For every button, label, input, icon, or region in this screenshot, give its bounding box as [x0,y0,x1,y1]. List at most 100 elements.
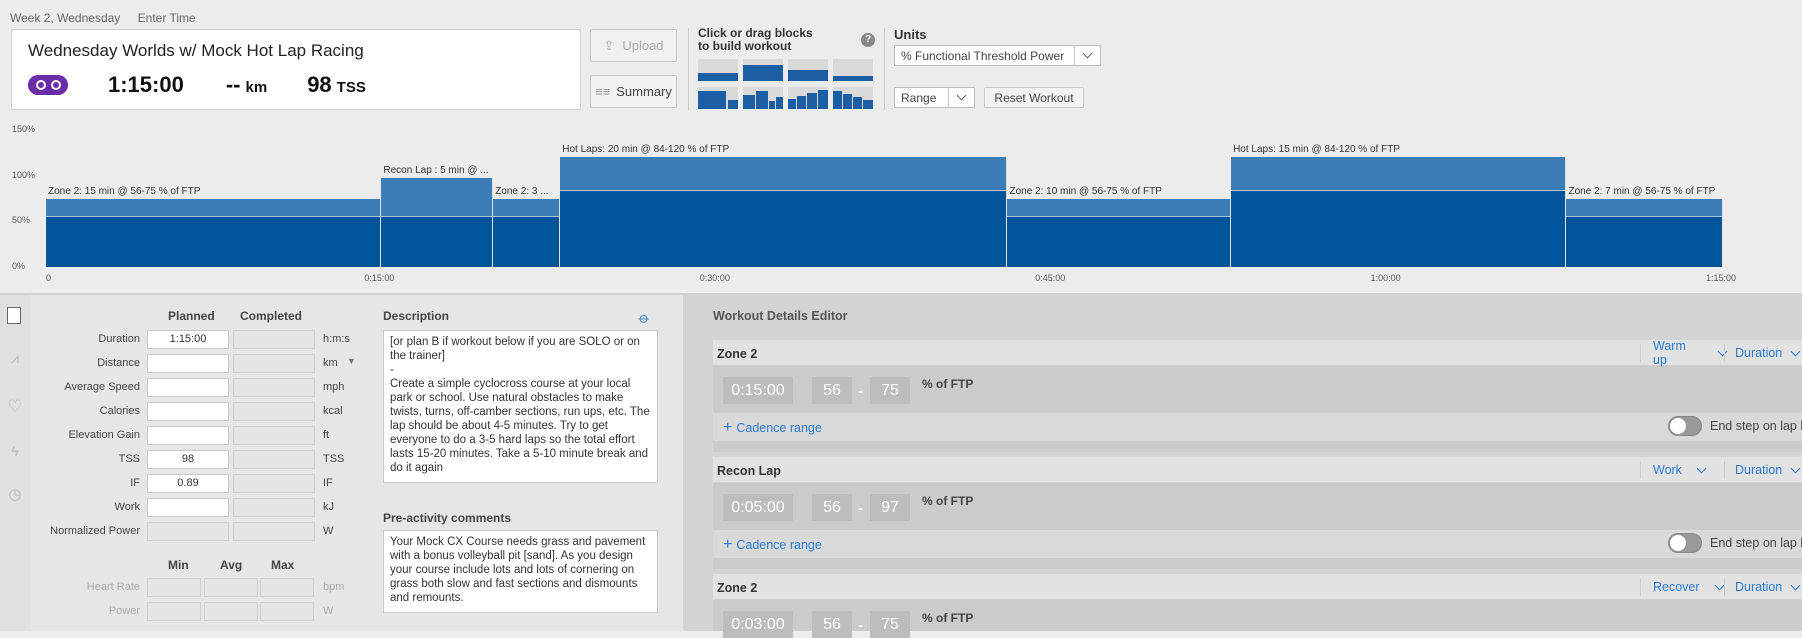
end-lap-toggle[interactable] [1668,533,1702,553]
range-input [260,602,314,621]
field-label: Work [114,501,140,513]
enter-time-link[interactable]: Enter Time [138,11,196,25]
block-interval-2[interactable] [698,87,738,109]
planned-input[interactable] [147,402,229,421]
block-steady-high[interactable] [743,59,783,81]
block-steady-min[interactable] [833,59,873,81]
field-unit: kcal [323,405,343,417]
planned-input[interactable]: 0.89 [147,474,229,493]
block-ramp-down[interactable] [833,87,873,109]
workout-step[interactable]: Zone 2 Warm up Duration 0:15:00 56-75 % of FT… [713,339,1802,452]
breadcrumb-day: Week 2, Wednesday [10,11,121,25]
plus-icon: + [723,419,733,436]
divider [884,28,885,110]
planned-input[interactable] [147,354,229,373]
cadence-range-link[interactable]: + Cadence range [723,419,822,437]
range-dash: - [858,383,863,399]
workout-stats: 1:15:00 -- km 98 TSS [28,72,366,98]
chart-segment[interactable] [493,198,561,267]
step-time-input[interactable]: 0:05:00 [723,494,793,521]
completed-input [233,474,315,493]
segment-label: Hot Laps: 20 min @ 84-120 % of FTP [562,144,730,156]
chart-segment[interactable] [560,157,1008,267]
document-icon[interactable] [7,307,23,324]
step-high-input[interactable]: 75 [870,611,910,638]
block-ramp[interactable] [788,87,828,109]
chart-segment[interactable] [1231,157,1567,267]
step-time-input[interactable]: 0:03:00 [723,611,793,638]
cadence-range-link[interactable]: + Cadence range [723,536,822,554]
block-steady-mid[interactable] [788,59,828,81]
segment-low-bar [560,190,1007,267]
pre-comments-text[interactable]: Your Mock CX Course needs grass and pave… [383,530,658,613]
editor-title: Workout Details Editor [713,309,848,323]
block-interval-3[interactable] [743,87,783,109]
field-unit: h:m:s [323,333,350,345]
step-type-dropdown[interactable]: Warm up [1640,339,1728,367]
blocks-label: Click or drag blocks to build workout [698,26,813,53]
range-unit: bpm [323,581,345,593]
x-tick-label: 0:15:00 [364,273,395,283]
summary-button[interactable]: ≡≡ Summary [590,75,677,108]
workout-step[interactable]: Zone 2 Recover Duration 0:03:00 56-75% of FT… [713,574,1802,638]
step-low-input[interactable]: 56 [812,377,852,404]
range-label: Heart Rate [86,581,140,593]
planned-input [147,522,229,541]
segment-label: Zone 2: 7 min @ 56-75 % of FTP [1568,185,1716,197]
planned-input[interactable] [147,378,229,397]
workout-step[interactable]: Recon Lap Work Duration 0:05:00 56-97 % of FT… [713,457,1802,569]
help-icon[interactable]: ? [861,33,875,47]
planned-input[interactable] [147,426,229,445]
step-low-input[interactable]: 56 [812,494,852,521]
step-mode-dropdown[interactable]: Duration [1724,344,1802,362]
description-text[interactable]: [or plan B if workout below if you are S… [383,330,658,483]
units-select[interactable]: % Functional Threshold Power [894,45,1101,66]
completed-input [233,354,315,373]
step-type-dropdown[interactable]: Recover [1640,578,1726,596]
completed-input [233,450,315,469]
block-steady-low[interactable] [698,59,738,81]
workout-title[interactable]: Wednesday Worlds w/ Mock Hot Lap Racing [28,41,364,61]
step-type-dropdown[interactable]: Work [1640,461,1726,479]
step-low-input[interactable]: 56 [812,611,852,638]
field-unit: TSS [323,453,345,465]
planned-input[interactable]: 98 [147,450,229,469]
range-dash: - [858,500,863,516]
step-mode-dropdown[interactable]: Duration [1724,461,1802,479]
dropdown-arrow-icon[interactable]: ▼ [347,356,356,366]
units-label: Units [894,27,927,42]
toggle-knob [1670,418,1686,434]
step-name[interactable]: Recon Lap [717,464,781,478]
planned-header: Planned [168,309,215,323]
end-lap-label: End step on lap b [1710,419,1802,433]
x-tick-label: 1:15:00 [1706,273,1737,283]
step-mode-dropdown[interactable]: Duration [1724,578,1802,596]
step-time-input[interactable]: 0:15:00 [723,377,793,404]
step-high-input[interactable]: 97 [870,494,910,521]
chevron-down-icon [1790,463,1801,473]
cadence-row: + Cadence range End step on lap b [713,530,1802,558]
step-mode-label: Duration [1735,580,1783,594]
chart-segment[interactable] [381,178,494,267]
chart-segment[interactable] [1007,198,1232,267]
reset-workout-button[interactable]: Reset Workout [984,87,1084,108]
y-tick-label: 50% [12,215,31,226]
upload-button[interactable]: ⇪ Upload [590,29,677,62]
field-label: TSS [118,453,140,465]
planned-input[interactable] [147,498,229,517]
step-high-input[interactable]: 75 [870,377,910,404]
cadence-label: Cadence range [736,421,822,435]
y-tick-label: 150% [12,124,36,134]
chart-segment[interactable] [46,198,382,267]
completed-input [233,498,315,517]
chart-segment[interactable] [1566,198,1723,267]
planned-input[interactable]: 1:15:00 [147,330,229,349]
max-header: Max [271,558,295,572]
workout-chart[interactable]: 150% 100% 50% 0% 0 0:15:00 0:30:00 0:45:00 1:00:… [0,120,1802,290]
end-lap-toggle[interactable] [1668,416,1702,436]
plus-icon: + [723,536,733,553]
step-header: Zone 2 Warm up Duration [713,339,1802,367]
range-select[interactable]: Range [894,87,975,108]
step-name[interactable]: Zone 2 [717,581,757,595]
step-name[interactable]: Zone 2 [717,347,757,361]
